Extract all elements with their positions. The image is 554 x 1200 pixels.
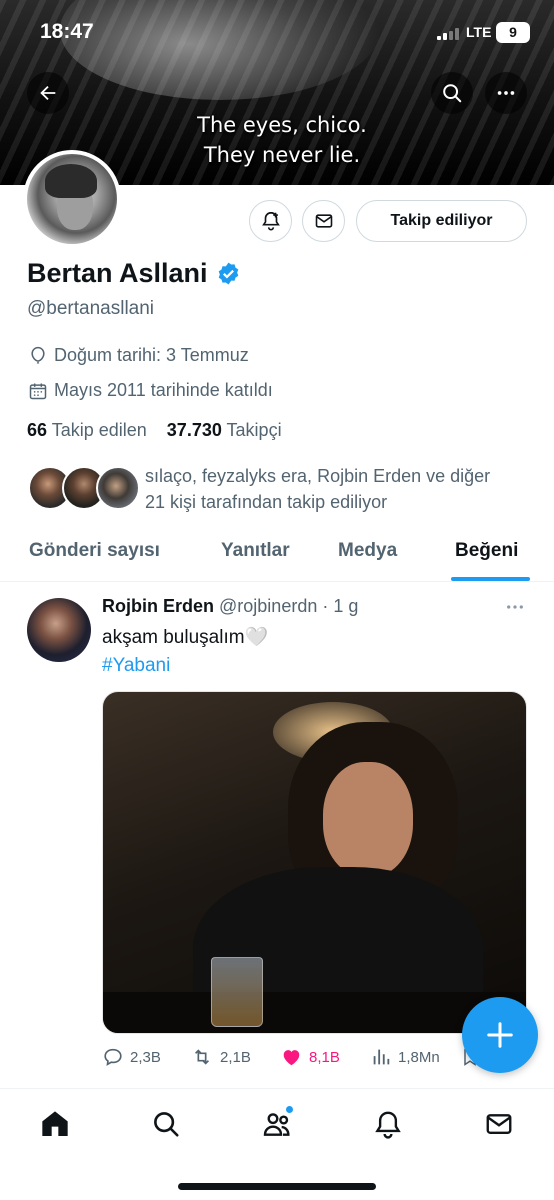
profile-name: Bertan Asllani <box>27 258 208 288</box>
profile-handle: @bertanasllani <box>27 298 155 319</box>
tab-replies[interactable]: Yanıtlar <box>221 540 290 562</box>
retweet-button[interactable]: 2,1B <box>190 1046 251 1068</box>
birthday-text: Doğum tarihi: 3 Temmuz <box>54 345 249 365</box>
heart-icon <box>283 1050 300 1066</box>
profile-avatar[interactable] <box>23 150 121 248</box>
joined-row: Mayıs 2011 tarihinde katıldı <box>28 380 273 401</box>
calendar-icon <box>29 383 47 399</box>
birthday-row: Doğum tarihi: 3 Temmuz <box>28 345 249 366</box>
active-tab-indicator <box>451 577 530 581</box>
verified-badge-icon <box>218 262 238 285</box>
more-button[interactable] <box>485 72 527 114</box>
followed-by-text: sılaço, feyzalyks era, Rojbin Erden ve d… <box>145 466 491 512</box>
notification-dot <box>285 1105 294 1114</box>
tab-media[interactable]: Medya <box>338 540 397 562</box>
more-icon <box>497 91 515 95</box>
views-button[interactable]: 1,8Mn <box>370 1046 440 1068</box>
follower-avatar <box>96 466 140 510</box>
tab-likes[interactable]: Beğeni <box>455 540 518 562</box>
followed-by-row[interactable]: sılaço, feyzalyks era, Rojbin Erden ve d… <box>28 463 538 515</box>
search-button[interactable] <box>431 72 473 114</box>
nav-search[interactable] <box>149 1107 183 1141</box>
network-label: LTE <box>466 24 492 40</box>
tweet-header: Rojbin Erden @rojbinerdn · 1 g <box>102 596 358 617</box>
signal-icon <box>437 28 461 40</box>
nav-messages[interactable] <box>482 1107 516 1141</box>
back-button[interactable] <box>27 72 69 114</box>
tweet-body: akşam buluşalım🤍 #Yabani <box>102 624 268 680</box>
message-button[interactable] <box>302 200 345 242</box>
following-count: 66 <box>27 420 48 440</box>
banner-caption-line1: The eyes, chico. <box>197 113 367 137</box>
following-link[interactable]: 66 Takip edilen <box>27 420 147 440</box>
mail-icon <box>486 1114 512 1134</box>
more-icon <box>507 605 523 609</box>
nav-notifications[interactable] <box>371 1107 405 1141</box>
tweet-text: akşam buluşalım🤍 <box>102 627 269 648</box>
nav-home[interactable] <box>38 1107 72 1141</box>
following-button[interactable]: Takip ediliyor <box>356 200 527 242</box>
tweet-author-handle[interactable]: @rojbinerdn <box>219 596 317 616</box>
balloon-icon <box>31 346 45 363</box>
following-label: Takip edilen <box>51 420 147 440</box>
home-indicator <box>178 1183 376 1190</box>
follow-counts: 66 Takip edilen 37.730 Takipçi <box>27 420 282 441</box>
notification-bell-icon <box>261 211 280 231</box>
status-bar: 18:47 LTE 9 <box>0 0 554 62</box>
compose-button[interactable] <box>462 997 538 1073</box>
search-icon <box>443 84 462 103</box>
home-icon <box>42 1111 68 1136</box>
battery-icon: 9 <box>496 22 530 43</box>
reply-icon <box>104 1048 122 1066</box>
profile-name-row: Bertan Asllani <box>27 258 241 289</box>
message-icon <box>315 214 332 228</box>
followers-count: 37.730 <box>166 420 222 440</box>
reply-button[interactable]: 2,3B <box>102 1046 161 1068</box>
like-count: 8,1B <box>309 1048 340 1066</box>
compose-plus-icon <box>487 1022 513 1048</box>
tweet-author-name[interactable]: Rojbin Erden <box>102 596 214 616</box>
retweet-icon <box>194 1049 210 1065</box>
notifications-button[interactable] <box>249 200 292 242</box>
followers-link[interactable]: 37.730 Takipçi <box>167 420 282 440</box>
bell-icon <box>375 1111 401 1139</box>
joined-text: Mayıs 2011 tarihinde katıldı <box>54 380 273 400</box>
tweet-media-image[interactable] <box>102 691 527 1034</box>
tab-posts[interactable]: Gönderi sayısı <box>29 540 160 562</box>
view-count: 1,8Mn <box>398 1048 440 1066</box>
like-button[interactable]: 8,1B <box>280 1046 340 1068</box>
tweet-author-avatar[interactable] <box>27 598 91 662</box>
back-arrow-icon <box>40 85 56 101</box>
tweet-time: · 1 g <box>322 596 359 616</box>
search-icon <box>154 1112 179 1137</box>
tweet-more-button[interactable] <box>504 598 526 621</box>
followers-label: Takipçi <box>226 420 282 440</box>
retweet-count: 2,1B <box>220 1048 251 1066</box>
views-icon <box>373 1049 390 1065</box>
profile-tabs: Gönderi sayısı Yanıtlar Medya Beğeni <box>0 528 554 582</box>
tweet-hashtag[interactable]: #Yabani <box>102 652 268 680</box>
reply-count: 2,3B <box>130 1048 161 1066</box>
nav-communities[interactable] <box>260 1105 294 1141</box>
status-time: 18:47 <box>40 20 94 43</box>
